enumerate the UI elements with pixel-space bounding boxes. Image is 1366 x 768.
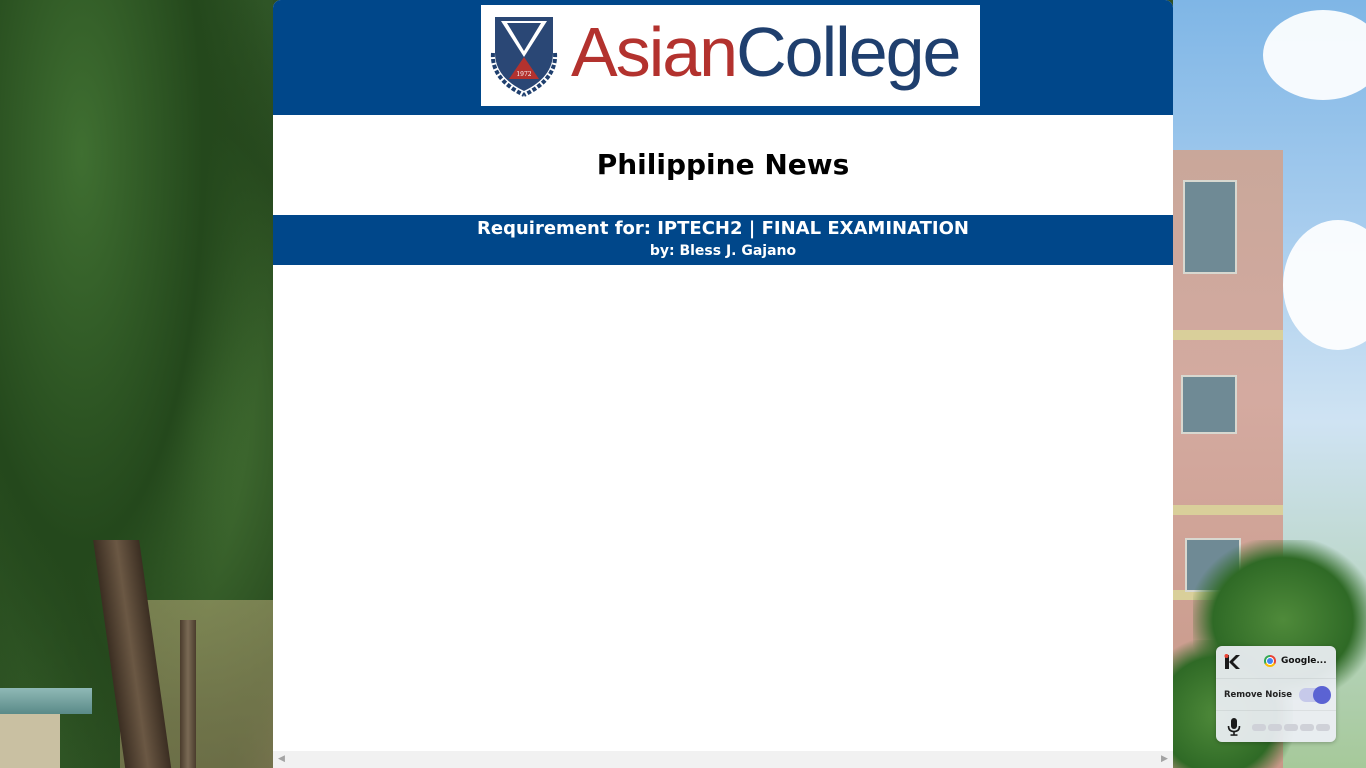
news-content-area <box>273 265 1173 751</box>
page-container: 1972 AsianCollege Philippine News Requir… <box>273 0 1173 768</box>
building-balcony <box>1173 505 1283 515</box>
widget-header-row: Google... <box>1216 646 1336 678</box>
site-header: 1972 AsianCollege <box>273 0 1173 115</box>
toggle-knob <box>1313 686 1331 704</box>
cloud <box>1263 10 1366 100</box>
asian-college-logo[interactable]: 1972 AsianCollege <box>481 5 980 106</box>
krisp-k-icon[interactable] <box>1223 653 1241 671</box>
level-segment <box>1316 724 1330 731</box>
tree-trunk-small <box>180 620 196 768</box>
noise-cancel-widget: Google... Remove Noise <box>1216 646 1336 742</box>
widget-mic-row <box>1216 710 1336 743</box>
horizontal-scrollbar[interactable]: ◀ ▶ <box>273 751 1173 768</box>
logo-wordmark: AsianCollege <box>571 7 962 97</box>
page-title: Philippine News <box>596 148 850 181</box>
college-crest-icon: 1972 <box>490 17 558 97</box>
level-segment <box>1300 724 1314 731</box>
crest-year: 1972 <box>516 71 531 78</box>
author-text: by: Bless J. Gajano <box>649 243 797 259</box>
building-balcony <box>1173 330 1283 340</box>
background-wall <box>0 714 60 768</box>
level-segment <box>1252 724 1266 731</box>
audio-source-label[interactable]: Google... <box>1281 655 1327 667</box>
logo-word-college: College <box>736 13 961 91</box>
background-photo-left <box>0 0 273 768</box>
building-window <box>1181 375 1237 434</box>
level-segment <box>1284 724 1298 731</box>
requirement-text: Requirement for: IPTECH2 | FINAL EXAMINA… <box>477 218 969 239</box>
remove-noise-label: Remove Noise <box>1224 690 1292 700</box>
microphone-icon[interactable] <box>1227 718 1241 736</box>
mic-level-meter <box>1252 724 1330 731</box>
chrome-icon <box>1264 655 1276 667</box>
remove-noise-toggle[interactable] <box>1299 686 1331 704</box>
level-segment <box>1268 724 1282 731</box>
background-roof <box>0 688 92 714</box>
title-section: Philippine News <box>273 115 1173 215</box>
scroll-left-arrow-icon[interactable]: ◀ <box>273 751 290 768</box>
widget-noise-row: Remove Noise <box>1216 678 1336 711</box>
building-window <box>1183 180 1237 274</box>
scroll-right-arrow-icon[interactable]: ▶ <box>1156 751 1173 768</box>
cloud <box>1283 220 1366 350</box>
requirement-banner: Requirement for: IPTECH2 | FINAL EXAMINA… <box>273 215 1173 265</box>
logo-word-asian: Asian <box>571 13 738 91</box>
